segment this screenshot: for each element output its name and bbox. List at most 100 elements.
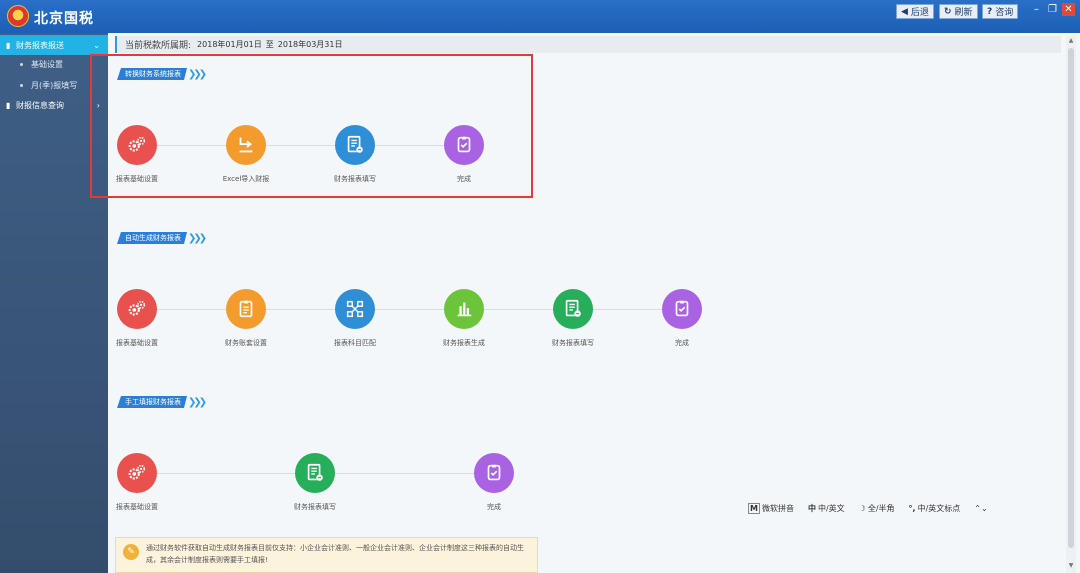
step-finish[interactable]: 完成: [429, 125, 499, 184]
step-label: 报表基础设置: [116, 503, 158, 511]
step-label: 报表基础设置: [116, 175, 158, 183]
step-label: 报表基础设置: [116, 339, 158, 347]
gears-icon: [117, 125, 157, 165]
step-label: 完成: [457, 175, 471, 183]
notice-text: 通过财务软件获取自动生成财务报表目前仅支持：小企业会计准则、一般企业会计准则、企…: [146, 544, 524, 564]
step-label: 财务账套设置: [225, 339, 267, 347]
sidebar-item-label: 基础设置: [31, 59, 63, 69]
form-edit-icon: [553, 289, 593, 329]
step-finish[interactable]: 完成: [459, 453, 529, 512]
ime-width-label: 全/半角: [867, 504, 895, 513]
refresh-label: 刷新: [954, 8, 973, 18]
step-account-settings[interactable]: 财务账套设置: [211, 289, 281, 348]
chart-icon: ▮: [6, 100, 11, 110]
ime-lang-label: 中/英文: [817, 504, 845, 513]
back-label: 后退: [910, 8, 929, 18]
back-arrow-icon: ◀: [901, 6, 908, 17]
finish-icon: [474, 453, 514, 493]
period-separator: 至: [265, 40, 274, 49]
scroll-down-icon[interactable]: ▼: [1067, 562, 1075, 569]
help-button[interactable]: ? 咨询: [982, 4, 1019, 19]
ime-lang-toggle[interactable]: 中中/英文: [808, 503, 845, 514]
scroll-up-icon[interactable]: ▲: [1067, 37, 1075, 44]
chevron-down-icon: ⌄: [93, 40, 100, 50]
tax-period-bar: 当前税款所属期: 2018年01月01日 至 2018年03月31日: [115, 36, 1061, 53]
section-title: 手工填报财务报表: [117, 396, 187, 408]
step-label: 财务报表生成: [443, 339, 485, 347]
step-label: 财务报表填写: [294, 503, 336, 511]
flow-line: [137, 145, 464, 146]
refresh-button[interactable]: ↻ 刷新: [939, 4, 978, 19]
help-label: 咨询: [995, 8, 1014, 18]
import-icon: [226, 125, 266, 165]
minimize-icon[interactable]: –: [1030, 3, 1043, 16]
vertical-scrollbar[interactable]: ▲ ▼: [1066, 36, 1076, 573]
ime-width-toggle[interactable]: ☽ 全/半角: [859, 503, 895, 514]
step-report-basic-settings[interactable]: 报表基础设置: [102, 125, 172, 184]
bullet-icon: [20, 83, 23, 87]
question-icon: ?: [987, 6, 993, 17]
sidebar-item-label: 财务报表报送: [16, 40, 64, 50]
step-label: 财务报表填写: [552, 339, 594, 347]
step-label: 报表科目匹配: [334, 339, 376, 347]
tax-emblem-logo: [7, 5, 29, 27]
refresh-icon: ↻: [944, 6, 952, 17]
step-label: 财务报表填写: [334, 175, 376, 183]
chart-icon: ▮: [6, 40, 11, 50]
period-label: 当前税款所属期:: [125, 41, 192, 51]
arrows-icon: ❯❯❯: [188, 68, 207, 80]
ime-logo-icon: M: [748, 503, 760, 514]
step-label: 完成: [487, 503, 501, 511]
sidebar-item-report-submit[interactable]: ▮ 财务报表报送 ⌄: [0, 35, 108, 55]
back-button[interactable]: ◀ 后退: [896, 4, 934, 19]
period-end: 2018年03月31日: [277, 40, 343, 49]
gears-icon: [117, 453, 157, 493]
ime-punct-label: 中/英文标点: [917, 504, 961, 513]
bar-chart-icon: [444, 289, 484, 329]
notice-banner: ✎ 通过财务软件获取自动生成财务报表目前仅支持：小企业会计准则、一般企业会计准则…: [115, 537, 538, 573]
section-title: 转换财务系统报表: [117, 68, 187, 80]
ime-pinyin-label: 微软拼音: [761, 504, 794, 513]
sidebar-item-label: 财报信息查询: [16, 100, 64, 110]
ime-options-icon[interactable]: ⌃⌄: [974, 504, 987, 513]
app-title: 北京国税: [34, 11, 94, 27]
step-report-generate[interactable]: 财务报表生成: [429, 289, 499, 348]
moon-icon: ☽: [858, 504, 866, 513]
arrows-icon: ❯❯❯: [188, 232, 207, 244]
bullet-icon: [20, 62, 23, 66]
clipboard-icon: [226, 289, 266, 329]
close-icon[interactable]: ✕: [1062, 3, 1075, 16]
ime-pinyin[interactable]: M 微软拼音: [748, 503, 794, 514]
form-edit-icon: [335, 125, 375, 165]
step-finish[interactable]: 完成: [647, 289, 717, 348]
step-label: 完成: [675, 339, 689, 347]
finish-icon: [662, 289, 702, 329]
section-header-auto: 自动生成财务报表 ❯❯❯: [117, 232, 207, 244]
step-label: Excel导入财报: [222, 175, 270, 183]
network-icon: [335, 289, 375, 329]
punct-icon: °,: [908, 504, 916, 513]
sidebar-item-label: 月(季)报填写: [31, 80, 78, 90]
step-report-fill[interactable]: 财务报表填写: [320, 125, 390, 184]
restore-icon[interactable]: ❐: [1046, 3, 1059, 16]
ime-punct-toggle[interactable]: °, 中/英文标点: [909, 503, 961, 514]
form-edit-icon: [295, 453, 335, 493]
section-header-convert: 转换财务系统报表 ❯❯❯: [117, 68, 207, 80]
step-subject-match[interactable]: 报表科目匹配: [320, 289, 390, 348]
ime-toolbar: M 微软拼音 中中/英文 ☽ 全/半角 °, 中/英文标点 ⌃⌄: [748, 500, 1002, 517]
info-icon: ✎: [123, 544, 139, 560]
arrows-icon: ❯❯❯: [188, 396, 207, 408]
step-excel-import[interactable]: Excel导入财报: [211, 125, 281, 184]
gears-icon: [117, 289, 157, 329]
title-bar: 北京国税 ◀ 后退 ↻ 刷新 ? 咨询 – ❐ ✕: [0, 0, 1080, 33]
scroll-thumb[interactable]: [1068, 48, 1074, 548]
step-report-basic-settings[interactable]: 报表基础设置: [102, 289, 172, 348]
period-start: 2018年01月01日: [197, 40, 262, 49]
step-report-basic-settings[interactable]: 报表基础设置: [102, 453, 172, 512]
finish-icon: [444, 125, 484, 165]
chinese-char-icon: 中: [807, 504, 816, 513]
section-title: 自动生成财务报表: [117, 232, 187, 244]
section-header-manual: 手工填报财务报表 ❯❯❯: [117, 396, 207, 408]
step-report-fill[interactable]: 财务报表填写: [538, 289, 608, 348]
step-report-fill[interactable]: 财务报表填写: [280, 453, 350, 512]
